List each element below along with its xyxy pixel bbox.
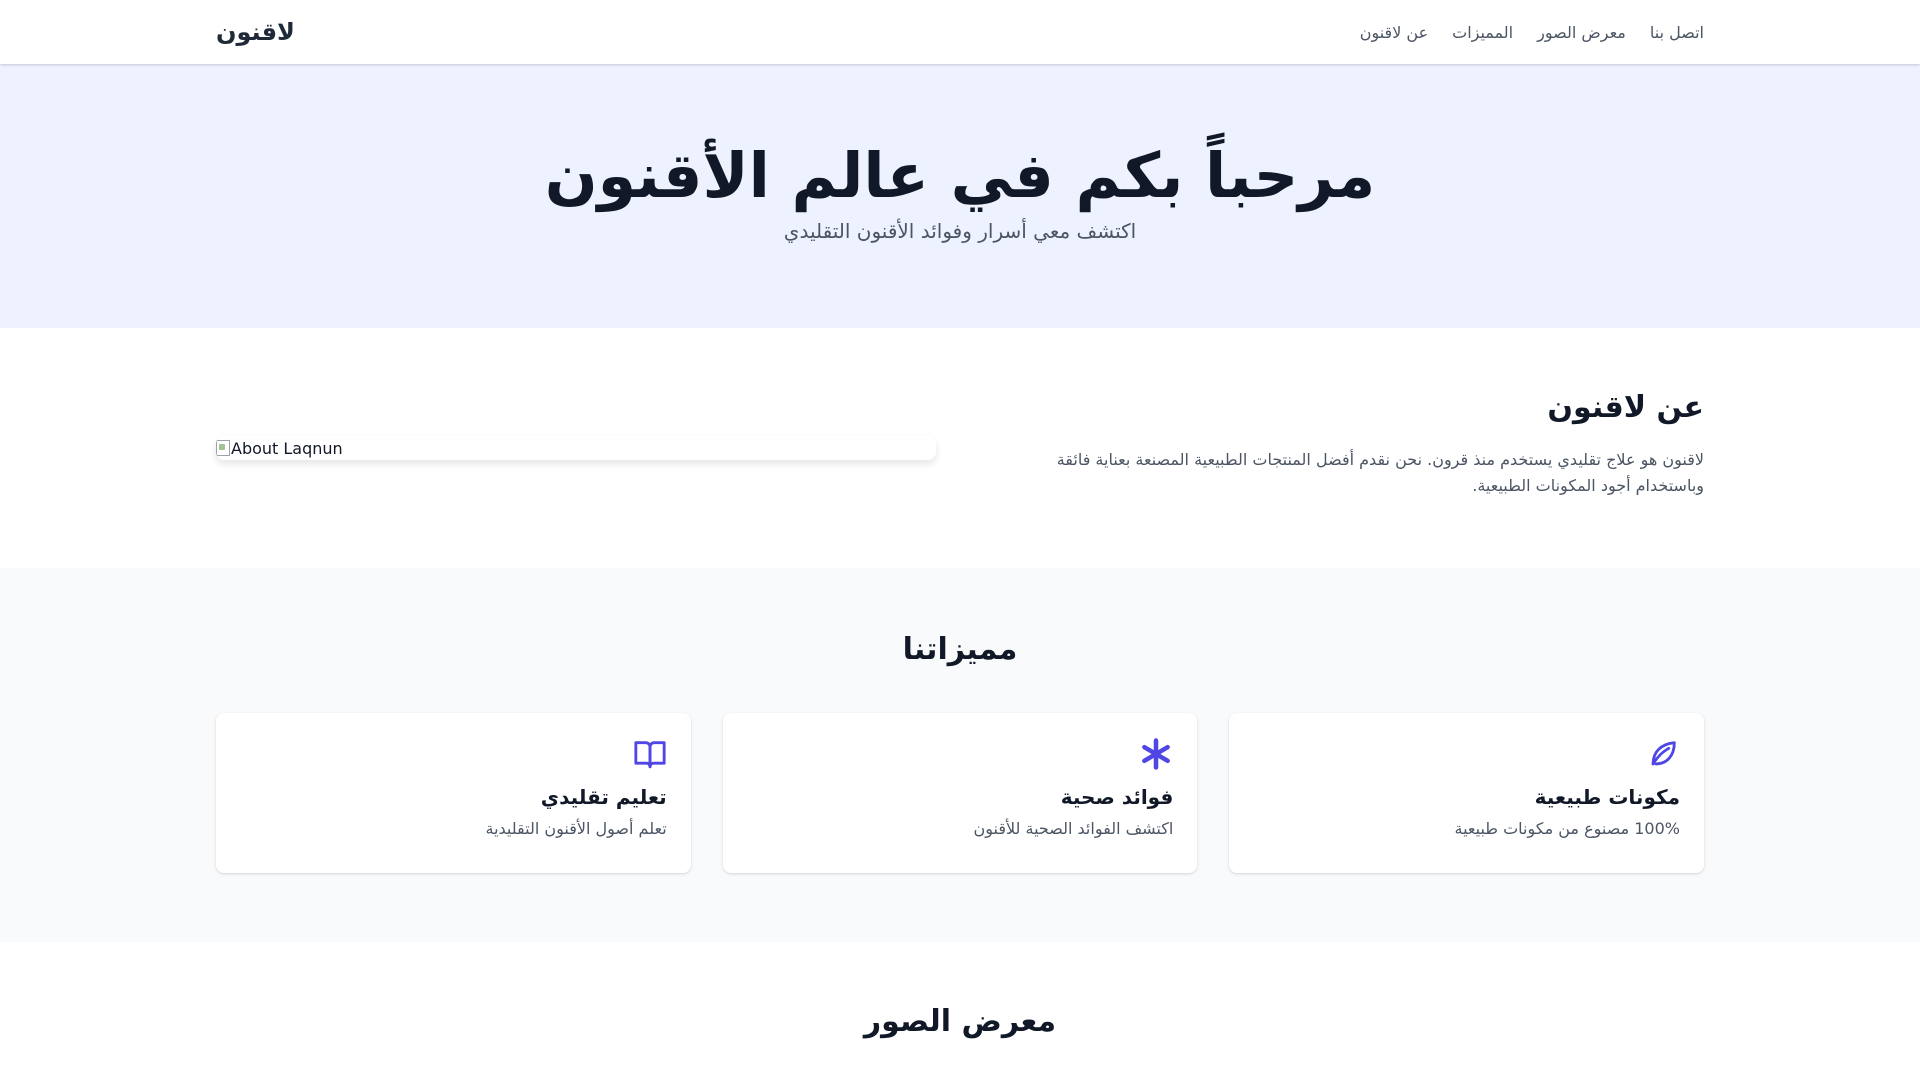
nav-link-features[interactable]: المميزات <box>1452 23 1513 42</box>
gallery-section: معرض الصور <box>0 942 1920 1039</box>
gallery-title: معرض الصور <box>863 1004 1057 1039</box>
about-image: About Laqnun <box>216 436 936 460</box>
features-section: مميزاتنا مكونات طبيعية 100% مصنوع من مكو… <box>0 568 1920 942</box>
features-grid: مكونات طبيعية 100% مصنوع من مكونات طبيعي… <box>215 713 1704 873</box>
features-title: مميزاتنا <box>902 632 1018 667</box>
book-open-icon <box>634 741 666 769</box>
nav-links: اتصل بنا معرض الصور المميزات عن لاقنون <box>1360 23 1704 42</box>
nav-link-contact[interactable]: اتصل بنا <box>1650 23 1704 42</box>
navbar: اتصل بنا معرض الصور المميزات عن لاقنون ل… <box>0 0 1920 64</box>
feature-title: مكونات طبيعية <box>1534 785 1680 809</box>
features-container: مميزاتنا مكونات طبيعية 100% مصنوع من مكو… <box>215 568 1704 873</box>
feature-title: تعليم تقليدي <box>540 785 667 809</box>
feature-card-education: تعليم تقليدي تعلم أصول الأقنون التقليدية <box>215 713 691 873</box>
feature-card-natural: مكونات طبيعية 100% مصنوع من مكونات طبيعي… <box>1229 713 1704 873</box>
feature-title: فوائد صحية <box>1060 785 1174 809</box>
about-description: لاقنون هو علاج تقليدي يستخدم منذ قرون. ن… <box>1056 449 1704 495</box>
feature-card-health: فوائد صحية اكتشف الفوائد الصحية للأقنون <box>722 713 1198 873</box>
asterisk-icon <box>1142 738 1171 770</box>
hero-section: مرحباً بكم في عالم الأقنون اكتشف معي أسر… <box>0 64 1920 328</box>
site-logo[interactable]: لاقنون <box>216 18 295 46</box>
about-text: عن لاقنون لاقنون هو علاج تقليدي يستخدم م… <box>984 390 1704 499</box>
broken-image-icon <box>216 440 230 456</box>
feature-description: تعلم أصول الأقنون التقليدية <box>485 819 667 838</box>
feature-description: 100% مصنوع من مكونات طبيعية <box>1454 819 1680 838</box>
nav-link-about[interactable]: عن لاقنون <box>1360 23 1428 42</box>
about-section: عن لاقنون لاقنون هو علاج تقليدي يستخدم م… <box>0 328 1920 568</box>
about-image-alt: About Laqnun <box>231 438 343 458</box>
hero-subtitle: اكتشف معي أسرار وفوائد الأقنون التقليدي <box>783 219 1137 244</box>
nav-link-gallery[interactable]: معرض الصور <box>1537 23 1626 42</box>
about-container: عن لاقنون لاقنون هو علاج تقليدي يستخدم م… <box>216 328 1704 568</box>
feature-description: اكتشف الفوائد الصحية للأقنون <box>973 819 1174 838</box>
navbar-container: اتصل بنا معرض الصور المميزات عن لاقنون ل… <box>216 0 1704 64</box>
about-title: عن لاقنون <box>1547 389 1704 425</box>
leaf-icon <box>1651 741 1676 766</box>
hero-title: مرحباً بكم في عالم الأقنون <box>544 138 1376 212</box>
